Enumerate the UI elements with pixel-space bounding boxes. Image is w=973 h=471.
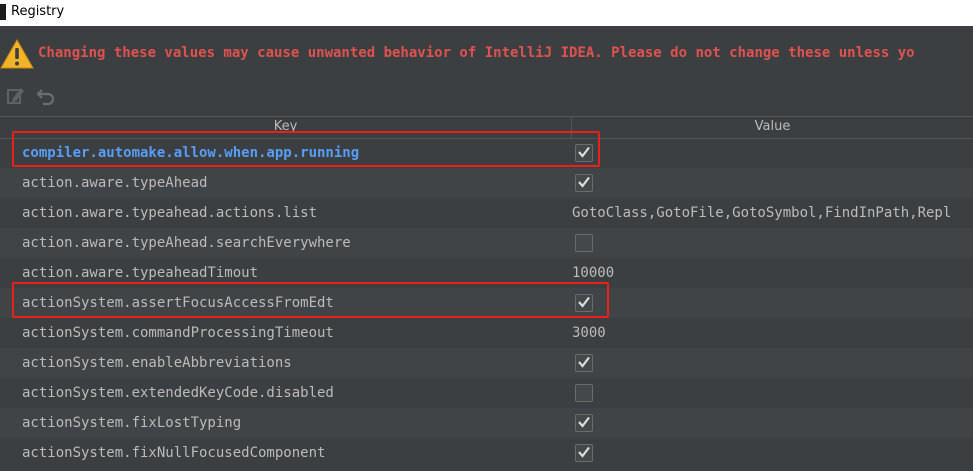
check-icon: [578, 356, 590, 368]
check-icon: [578, 296, 590, 308]
registry-key: action.aware.typeaheadTimout: [22, 265, 259, 281]
value-checkbox[interactable]: [575, 294, 593, 312]
value-checkbox[interactable]: [575, 414, 593, 432]
toolbar: [0, 80, 973, 110]
registry-key: actionSystem.enableAbbreviations: [22, 355, 292, 371]
table-row[interactable]: actionSystem.fixLostTyping: [0, 408, 973, 438]
header-value[interactable]: Value: [572, 117, 973, 138]
registry-key: actionSystem.assertFocusAccessFromEdt: [22, 295, 334, 311]
table-row[interactable]: actionSystem.fixNullFocusedComponent: [0, 438, 973, 468]
table-row[interactable]: action.aware.typeAhead: [0, 168, 973, 198]
value-checkbox[interactable]: [575, 354, 593, 372]
table-body: compiler.automake.allow.when.app.running…: [0, 138, 973, 468]
registry-key: compiler.automake.allow.when.app.running: [22, 145, 360, 161]
check-icon: [578, 146, 590, 158]
value-checkbox[interactable]: [575, 144, 593, 162]
table-row[interactable]: actionSystem.commandProcessingTimeout 300…: [0, 318, 973, 348]
table-row[interactable]: actionSystem.assertFocusAccessFromEdt: [0, 288, 973, 318]
registry-key: actionSystem.fixNullFocusedComponent: [22, 445, 326, 461]
check-icon: [578, 446, 590, 458]
table-row[interactable]: actionSystem.extendedKeyCode.disabled: [0, 378, 973, 408]
warning-icon: [0, 38, 34, 69]
value-checkbox[interactable]: [575, 384, 593, 402]
value-checkbox[interactable]: [575, 174, 593, 192]
check-icon: [578, 416, 590, 428]
table-row[interactable]: compiler.automake.allow.when.app.running: [0, 138, 973, 168]
table-row[interactable]: actionSystem.enableAbbreviations: [0, 348, 973, 378]
window-title: Registry: [11, 4, 65, 19]
app-icon: [0, 4, 6, 20]
revert-icon[interactable]: [35, 84, 57, 106]
warning-message: Changing these values may cause unwanted…: [38, 45, 915, 61]
table-header: Key Value: [0, 116, 973, 139]
registry-value[interactable]: GotoClass,GotoFile,GotoSymbol,FindInPath…: [572, 198, 951, 228]
edit-icon[interactable]: [5, 84, 27, 106]
table-row[interactable]: action.aware.typeAhead.searchEverywhere: [0, 228, 973, 258]
registry-value[interactable]: 3000: [572, 318, 606, 348]
registry-key: action.aware.typeahead.actions.list: [22, 205, 318, 221]
registry-value[interactable]: 10000: [572, 258, 614, 288]
registry-key: action.aware.typeAhead: [22, 175, 208, 191]
value-checkbox[interactable]: [575, 444, 593, 462]
table-row[interactable]: action.aware.typeaheadTimout 10000: [0, 258, 973, 288]
value-checkbox[interactable]: [575, 234, 593, 252]
header-key[interactable]: Key: [0, 117, 572, 138]
title-bar: Registry: [0, 0, 973, 26]
registry-key: actionSystem.extendedKeyCode.disabled: [22, 385, 334, 401]
registry-key: actionSystem.fixLostTyping: [22, 415, 242, 431]
registry-key: action.aware.typeAhead.searchEverywhere: [22, 235, 351, 251]
registry-key: actionSystem.commandProcessingTimeout: [22, 325, 334, 341]
warning-banner: Changing these values may cause unwanted…: [0, 26, 973, 78]
check-icon: [578, 176, 590, 188]
registry-table: Key Value compiler.automake.allow.when.a…: [0, 116, 973, 471]
table-row[interactable]: action.aware.typeahead.actions.list GotoC…: [0, 198, 973, 228]
